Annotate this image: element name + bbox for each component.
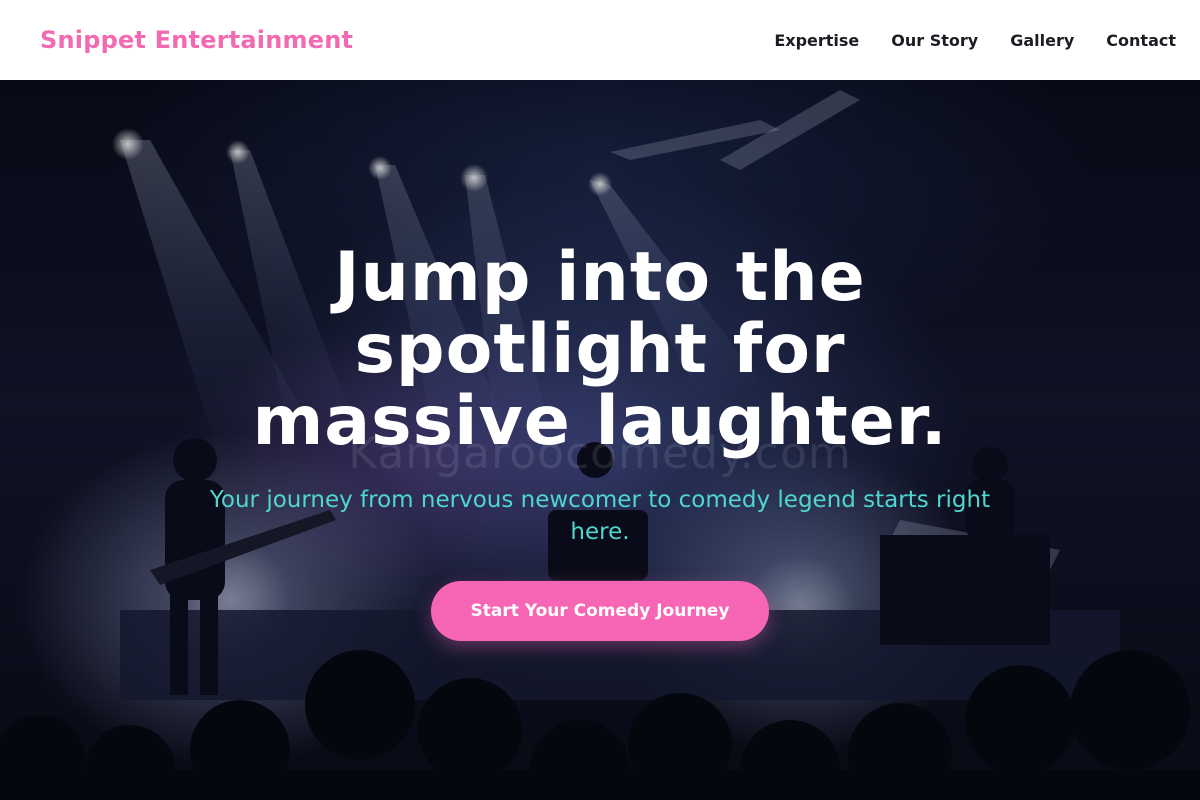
hero-subtitle: Your journey from nervous newcomer to co… [209, 487, 991, 545]
nav-link-contact[interactable]: Contact [1106, 31, 1176, 50]
hero-content: Jump into the spotlight for massive laug… [0, 80, 1200, 800]
nav-links: Expertise Our Story Gallery Contact [774, 31, 1176, 50]
nav-link-expertise[interactable]: Expertise [774, 31, 859, 50]
hero-headline: Jump into the spotlight for massive laug… [252, 238, 948, 461]
navbar: Snippet Entertainment Expertise Our Stor… [0, 0, 1200, 80]
brand-logo[interactable]: Snippet Entertainment [40, 26, 353, 54]
hero-section: Kangaroocomedy.com Jump into the spotlig… [0, 80, 1200, 800]
start-journey-button[interactable]: Start Your Comedy Journey [430, 581, 770, 641]
nav-link-gallery[interactable]: Gallery [1010, 31, 1074, 50]
nav-link-our-story[interactable]: Our Story [891, 31, 978, 50]
